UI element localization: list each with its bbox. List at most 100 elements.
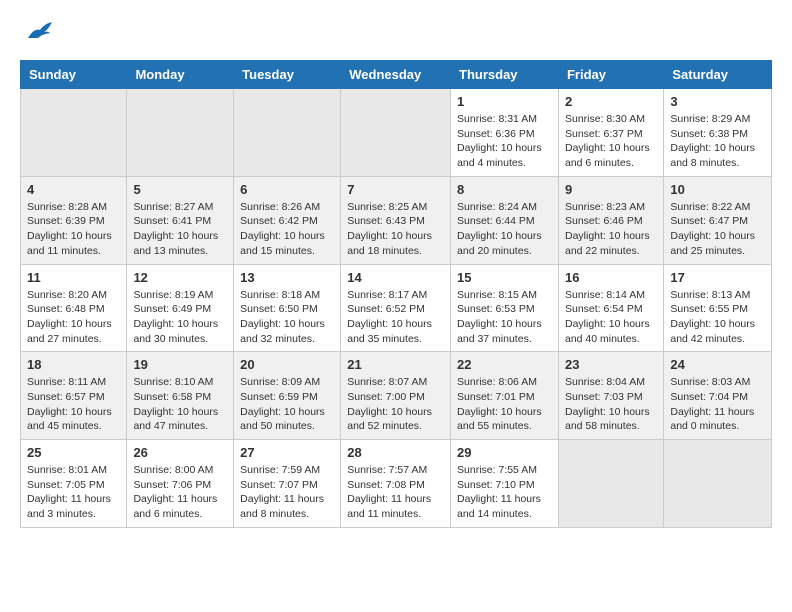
calendar-cell bbox=[127, 89, 234, 177]
day-number: 24 bbox=[670, 357, 765, 372]
weekday-header-friday: Friday bbox=[558, 61, 663, 89]
day-number: 22 bbox=[457, 357, 552, 372]
calendar-cell: 19 Sunrise: 8:10 AM Sunset: 6:58 PM Dayli… bbox=[127, 352, 234, 440]
calendar-cell: 22 Sunrise: 8:06 AM Sunset: 7:01 PM Dayli… bbox=[451, 352, 559, 440]
logo-bird-icon bbox=[26, 20, 54, 42]
day-number: 25 bbox=[27, 445, 120, 460]
day-info: Sunrise: 8:00 AM Sunset: 7:06 PM Dayligh… bbox=[133, 463, 227, 522]
day-number: 7 bbox=[347, 182, 444, 197]
day-number: 1 bbox=[457, 94, 552, 109]
day-info: Sunrise: 8:25 AM Sunset: 6:43 PM Dayligh… bbox=[347, 200, 444, 259]
calendar-cell: 21 Sunrise: 8:07 AM Sunset: 7:00 PM Dayli… bbox=[341, 352, 451, 440]
day-info: Sunrise: 8:20 AM Sunset: 6:48 PM Dayligh… bbox=[27, 288, 120, 347]
calendar-cell: 20Sunrise: 8:09 AM Sunset: 6:59 PM Dayli… bbox=[234, 352, 341, 440]
day-info: Sunrise: 8:23 AM Sunset: 6:46 PM Dayligh… bbox=[565, 200, 657, 259]
calendar-cell: 9 Sunrise: 8:23 AM Sunset: 6:46 PM Daylig… bbox=[558, 176, 663, 264]
calendar-week-5: 25 Sunrise: 8:01 AM Sunset: 7:05 PM Dayli… bbox=[21, 440, 772, 528]
day-info: Sunrise: 8:04 AM Sunset: 7:03 PM Dayligh… bbox=[565, 375, 657, 434]
day-number: 27 bbox=[240, 445, 334, 460]
calendar-cell: 27 Sunrise: 7:59 AM Sunset: 7:07 PM Dayli… bbox=[234, 440, 341, 528]
logo bbox=[20, 20, 54, 50]
calendar-cell: 2 Sunrise: 8:30 AM Sunset: 6:37 PM Daylig… bbox=[558, 89, 663, 177]
calendar-cell: 3 Sunrise: 8:29 AM Sunset: 6:38 PM Daylig… bbox=[664, 89, 772, 177]
weekday-header-saturday: Saturday bbox=[664, 61, 772, 89]
day-number: 9 bbox=[565, 182, 657, 197]
day-info: Sunrise: 8:29 AM Sunset: 6:38 PM Dayligh… bbox=[670, 112, 765, 171]
day-info: Sunrise: 8:06 AM Sunset: 7:01 PM Dayligh… bbox=[457, 375, 552, 434]
calendar-header: SundayMondayTuesdayWednesdayThursdayFrid… bbox=[21, 61, 772, 89]
day-info: Sunrise: 8:24 AM Sunset: 6:44 PM Dayligh… bbox=[457, 200, 552, 259]
calendar-cell: 23Sunrise: 8:04 AM Sunset: 7:03 PM Dayli… bbox=[558, 352, 663, 440]
calendar-cell bbox=[234, 89, 341, 177]
day-number: 3 bbox=[670, 94, 765, 109]
calendar-cell: 4Sunrise: 8:28 AM Sunset: 6:39 PM Daylig… bbox=[21, 176, 127, 264]
day-info: Sunrise: 8:26 AM Sunset: 6:42 PM Dayligh… bbox=[240, 200, 334, 259]
day-info: Sunrise: 8:03 AM Sunset: 7:04 PM Dayligh… bbox=[670, 375, 765, 434]
day-number: 29 bbox=[457, 445, 552, 460]
calendar-cell: 1 Sunrise: 8:31 AM Sunset: 6:36 PM Daylig… bbox=[451, 89, 559, 177]
calendar-cell: 25 Sunrise: 8:01 AM Sunset: 7:05 PM Dayli… bbox=[21, 440, 127, 528]
calendar-cell: 12 Sunrise: 8:19 AM Sunset: 6:49 PM Dayli… bbox=[127, 264, 234, 352]
calendar-cell: 16Sunrise: 8:14 AM Sunset: 6:54 PM Dayli… bbox=[558, 264, 663, 352]
day-info: Sunrise: 8:13 AM Sunset: 6:55 PM Dayligh… bbox=[670, 288, 765, 347]
day-number: 21 bbox=[347, 357, 444, 372]
day-info: Sunrise: 8:27 AM Sunset: 6:41 PM Dayligh… bbox=[133, 200, 227, 259]
day-number: 19 bbox=[133, 357, 227, 372]
calendar-week-4: 18 Sunrise: 8:11 AM Sunset: 6:57 PM Dayli… bbox=[21, 352, 772, 440]
calendar-table: SundayMondayTuesdayWednesdayThursdayFrid… bbox=[20, 60, 772, 528]
day-number: 18 bbox=[27, 357, 120, 372]
day-number: 28 bbox=[347, 445, 444, 460]
calendar-cell: 6 Sunrise: 8:26 AM Sunset: 6:42 PM Daylig… bbox=[234, 176, 341, 264]
calendar-cell: 28Sunrise: 7:57 AM Sunset: 7:08 PM Dayli… bbox=[341, 440, 451, 528]
weekday-header-thursday: Thursday bbox=[451, 61, 559, 89]
day-info: Sunrise: 7:55 AM Sunset: 7:10 PM Dayligh… bbox=[457, 463, 552, 522]
calendar-cell: 24 Sunrise: 8:03 AM Sunset: 7:04 PM Dayli… bbox=[664, 352, 772, 440]
day-info: Sunrise: 8:15 AM Sunset: 6:53 PM Dayligh… bbox=[457, 288, 552, 347]
calendar-cell: 5 Sunrise: 8:27 AM Sunset: 6:41 PM Daylig… bbox=[127, 176, 234, 264]
day-info: Sunrise: 8:30 AM Sunset: 6:37 PM Dayligh… bbox=[565, 112, 657, 171]
calendar-cell: 8 Sunrise: 8:24 AM Sunset: 6:44 PM Daylig… bbox=[451, 176, 559, 264]
day-number: 20 bbox=[240, 357, 334, 372]
weekday-header-sunday: Sunday bbox=[21, 61, 127, 89]
weekday-header-row: SundayMondayTuesdayWednesdayThursdayFrid… bbox=[21, 61, 772, 89]
day-number: 17 bbox=[670, 270, 765, 285]
calendar-week-2: 4Sunrise: 8:28 AM Sunset: 6:39 PM Daylig… bbox=[21, 176, 772, 264]
calendar-cell: 15 Sunrise: 8:15 AM Sunset: 6:53 PM Dayli… bbox=[451, 264, 559, 352]
day-number: 26 bbox=[133, 445, 227, 460]
calendar-week-3: 11 Sunrise: 8:20 AM Sunset: 6:48 PM Dayli… bbox=[21, 264, 772, 352]
calendar-cell: 26 Sunrise: 8:00 AM Sunset: 7:06 PM Dayli… bbox=[127, 440, 234, 528]
day-info: Sunrise: 7:59 AM Sunset: 7:07 PM Dayligh… bbox=[240, 463, 334, 522]
header bbox=[20, 20, 772, 50]
calendar-cell: 13Sunrise: 8:18 AM Sunset: 6:50 PM Dayli… bbox=[234, 264, 341, 352]
calendar-cell bbox=[664, 440, 772, 528]
calendar-cell bbox=[558, 440, 663, 528]
calendar-cell: 10Sunrise: 8:22 AM Sunset: 6:47 PM Dayli… bbox=[664, 176, 772, 264]
weekday-header-wednesday: Wednesday bbox=[341, 61, 451, 89]
calendar-cell: 17 Sunrise: 8:13 AM Sunset: 6:55 PM Dayli… bbox=[664, 264, 772, 352]
day-number: 2 bbox=[565, 94, 657, 109]
day-info: Sunrise: 8:07 AM Sunset: 7:00 PM Dayligh… bbox=[347, 375, 444, 434]
day-info: Sunrise: 8:28 AM Sunset: 6:39 PM Dayligh… bbox=[27, 200, 120, 259]
day-number: 8 bbox=[457, 182, 552, 197]
day-number: 14 bbox=[347, 270, 444, 285]
day-number: 5 bbox=[133, 182, 227, 197]
day-number: 15 bbox=[457, 270, 552, 285]
day-number: 6 bbox=[240, 182, 334, 197]
day-info: Sunrise: 8:19 AM Sunset: 6:49 PM Dayligh… bbox=[133, 288, 227, 347]
day-number: 10 bbox=[670, 182, 765, 197]
day-number: 16 bbox=[565, 270, 657, 285]
day-number: 11 bbox=[27, 270, 120, 285]
calendar-cell bbox=[341, 89, 451, 177]
day-info: Sunrise: 8:10 AM Sunset: 6:58 PM Dayligh… bbox=[133, 375, 227, 434]
calendar-cell: 11 Sunrise: 8:20 AM Sunset: 6:48 PM Dayli… bbox=[21, 264, 127, 352]
day-info: Sunrise: 8:18 AM Sunset: 6:50 PM Dayligh… bbox=[240, 288, 334, 347]
day-info: Sunrise: 8:01 AM Sunset: 7:05 PM Dayligh… bbox=[27, 463, 120, 522]
calendar-cell: 18 Sunrise: 8:11 AM Sunset: 6:57 PM Dayli… bbox=[21, 352, 127, 440]
day-info: Sunrise: 8:17 AM Sunset: 6:52 PM Dayligh… bbox=[347, 288, 444, 347]
day-info: Sunrise: 8:11 AM Sunset: 6:57 PM Dayligh… bbox=[27, 375, 120, 434]
calendar-cell: 7 Sunrise: 8:25 AM Sunset: 6:43 PM Daylig… bbox=[341, 176, 451, 264]
weekday-header-tuesday: Tuesday bbox=[234, 61, 341, 89]
calendar-cell: 14 Sunrise: 8:17 AM Sunset: 6:52 PM Dayli… bbox=[341, 264, 451, 352]
day-number: 12 bbox=[133, 270, 227, 285]
day-info: Sunrise: 8:31 AM Sunset: 6:36 PM Dayligh… bbox=[457, 112, 552, 171]
